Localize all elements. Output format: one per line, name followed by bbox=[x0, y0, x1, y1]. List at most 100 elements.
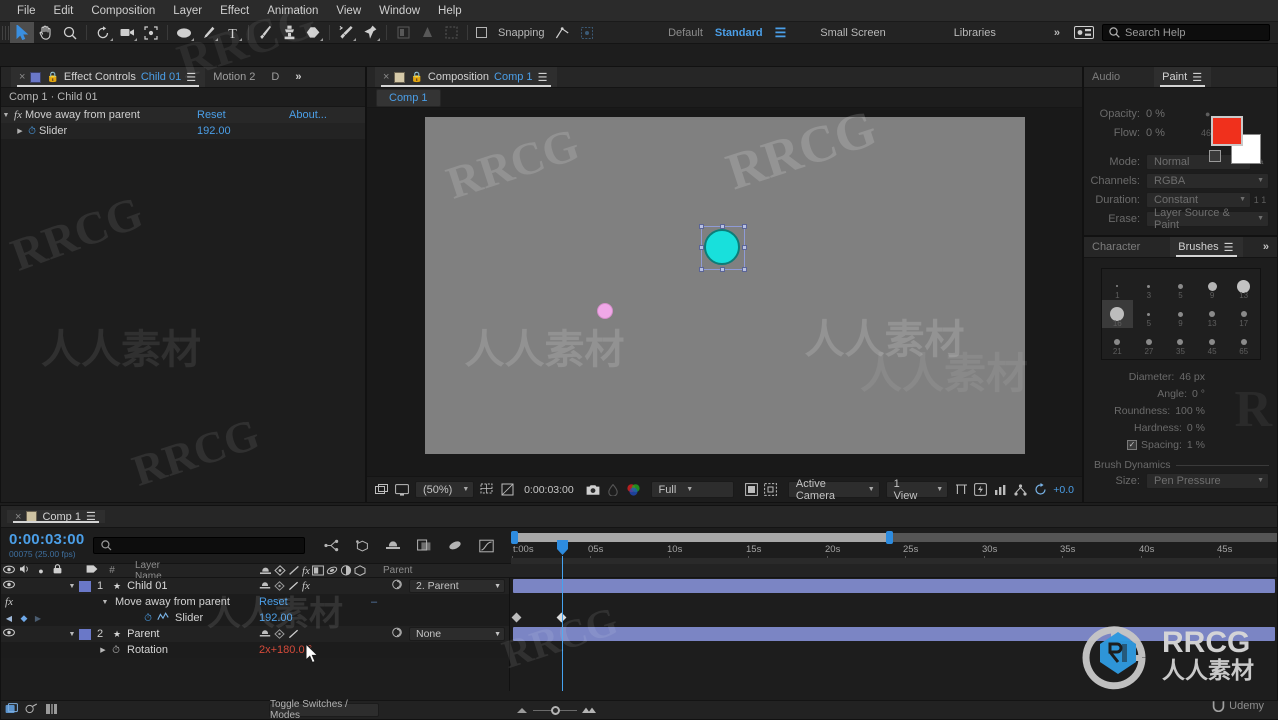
draft-3d-icon[interactable] bbox=[351, 536, 373, 556]
align-center-icon[interactable] bbox=[415, 22, 439, 43]
keyframe[interactable] bbox=[511, 612, 522, 623]
layer-bar-child-01[interactable] bbox=[513, 579, 1275, 593]
pan-behind-tool[interactable] bbox=[139, 22, 163, 43]
brushes-overflow[interactable]: » bbox=[1255, 237, 1277, 257]
lock-icon[interactable]: 🔒 bbox=[46, 72, 58, 83]
clone-stamp-tool[interactable] bbox=[277, 22, 301, 43]
parent-pickwhip-icon[interactable] bbox=[391, 579, 403, 593]
live-update-icon[interactable] bbox=[320, 536, 342, 556]
magnification-select[interactable]: (50%) ▼ bbox=[415, 481, 475, 498]
comp-chip-comp1[interactable]: Comp 1 bbox=[376, 88, 441, 107]
layer-label-color[interactable] bbox=[79, 580, 91, 592]
brush-dynamics-header[interactable]: Brush Dynamics bbox=[1084, 453, 1277, 471]
tab-brushes[interactable]: Brushes ☰ bbox=[1170, 237, 1243, 257]
disclosure-triangle-icon[interactable]: ▼ bbox=[1, 112, 11, 119]
layer-name[interactable]: Parent bbox=[121, 628, 159, 640]
selection-handle-b[interactable] bbox=[719, 267, 725, 272]
tab-motion-2[interactable]: Motion 2 bbox=[205, 67, 263, 87]
swap-colors-icon[interactable] bbox=[1209, 150, 1221, 162]
duration-select[interactable]: Constant ▼ bbox=[1146, 191, 1251, 208]
resolution-select[interactable]: Full ▼ bbox=[650, 481, 735, 498]
parent-pickwhip-icon[interactable] bbox=[391, 627, 403, 641]
workspace-toggle-icon[interactable] bbox=[1072, 22, 1096, 43]
reset-exposure-icon[interactable] bbox=[1033, 481, 1047, 498]
3d-view-icon[interactable] bbox=[764, 481, 778, 498]
layer-label-color[interactable] bbox=[79, 628, 91, 640]
region-of-interest-icon[interactable] bbox=[500, 481, 514, 498]
hand-tool[interactable] bbox=[34, 22, 58, 43]
layer-visibility-toggle[interactable] bbox=[1, 580, 17, 592]
views-select[interactable]: 1 View ▼ bbox=[885, 478, 949, 502]
tab-composition[interactable]: × 🔒 Composition Comp 1 ☰ bbox=[375, 67, 557, 87]
layer-visibility-toggle[interactable] bbox=[1, 628, 17, 640]
brush-preset[interactable]: 65 bbox=[1228, 328, 1260, 356]
stopwatch-icon[interactable]: ⏱ bbox=[141, 613, 155, 624]
brush-preset[interactable]: 5 bbox=[1165, 272, 1197, 300]
effect-property-slider[interactable]: ▶ ⏱ Slider 192.00 bbox=[1, 123, 365, 139]
parent-select-parent[interactable]: None ▼ bbox=[409, 627, 505, 641]
selection-handle-r[interactable] bbox=[741, 245, 747, 250]
search-help-box[interactable]: Search Help bbox=[1102, 24, 1270, 41]
tab-character[interactable]: Character bbox=[1084, 237, 1148, 257]
selection-handle-tl[interactable] bbox=[698, 224, 704, 229]
panel-menu-icon[interactable]: ☰ bbox=[186, 71, 197, 84]
property-value[interactable]: 192.00 bbox=[259, 612, 293, 624]
brush-preset[interactable]: 35 bbox=[1165, 328, 1197, 356]
layer-switches[interactable]: fx bbox=[259, 580, 310, 592]
eraser-tool[interactable] bbox=[301, 22, 325, 43]
workspace-overflow[interactable]: » bbox=[1048, 27, 1066, 39]
brush-preset[interactable]: 3 bbox=[1133, 272, 1165, 300]
composition-canvas[interactable]: RRCG 人人素材 RRCG 人人素材 bbox=[424, 100, 1025, 454]
lock-icon[interactable]: 🔒 bbox=[410, 72, 422, 83]
menu-composition[interactable]: Composition bbox=[82, 0, 164, 22]
tab-d[interactable]: D bbox=[263, 67, 287, 87]
tab-effect-controls[interactable]: × 🔒 Effect Controls Child 01 ☰ bbox=[11, 67, 206, 87]
timeline-search-input[interactable] bbox=[93, 537, 306, 554]
brush-preset[interactable]: 13 bbox=[1228, 272, 1260, 300]
camera-tool[interactable] bbox=[115, 22, 139, 43]
snapping-checkbox[interactable] bbox=[476, 27, 487, 38]
erase-select[interactable]: Layer Source & Paint ▼ bbox=[1146, 207, 1269, 231]
spacing-value[interactable]: 1 % bbox=[1187, 439, 1205, 451]
brush-preset[interactable]: 13 bbox=[1196, 300, 1228, 328]
hardness-value[interactable]: 0 % bbox=[1187, 422, 1205, 434]
grid-guides-icon[interactable] bbox=[480, 481, 494, 498]
workspace-standard[interactable]: Standard bbox=[709, 27, 769, 39]
property-value[interactable]: 192.00 bbox=[197, 125, 231, 137]
workspace-menu-icon[interactable]: ☰ bbox=[769, 25, 793, 41]
exposure-value[interactable]: +0.0 bbox=[1053, 484, 1074, 496]
keyframe-next-icon[interactable]: ▶ bbox=[31, 614, 45, 623]
panel-menu-icon[interactable]: ☰ bbox=[1192, 71, 1203, 84]
size-select[interactable]: Pen Pressure ▼ bbox=[1146, 472, 1269, 489]
timeline-zoom-slider[interactable] bbox=[515, 703, 597, 717]
timeline-ruler[interactable]: t:00s 05s 10s 15s 20s 25s 30s 35s 40s 45… bbox=[511, 528, 1277, 564]
selection-handle-tr[interactable] bbox=[741, 224, 747, 229]
selection-handle-l[interactable] bbox=[698, 245, 704, 250]
current-time-display[interactable]: 0:00:03:00 00075 (25.00 fps) bbox=[9, 532, 84, 559]
menu-effect[interactable]: Effect bbox=[211, 0, 258, 22]
show-snapshot-icon[interactable] bbox=[606, 481, 620, 498]
brush-preset[interactable]: 5 bbox=[1133, 300, 1165, 328]
panel-menu-icon[interactable]: ☰ bbox=[86, 510, 97, 523]
workspace-default[interactable]: Default bbox=[662, 27, 709, 39]
rotation-disclosure-icon[interactable]: ▶ bbox=[97, 646, 109, 654]
keyframe-diamond-icon[interactable]: ◆ bbox=[17, 613, 31, 624]
selection-handle-t[interactable] bbox=[719, 224, 725, 229]
always-preview-icon[interactable] bbox=[375, 481, 389, 498]
motion-blur-footer-icon[interactable] bbox=[41, 703, 61, 718]
snapshot-icon[interactable] bbox=[586, 481, 600, 498]
panel-menu-icon[interactable]: ☰ bbox=[538, 71, 549, 84]
stopwatch-icon[interactable]: ⏱ bbox=[25, 126, 39, 137]
main-viewer-icon[interactable] bbox=[395, 481, 409, 498]
work-area-end-knob[interactable] bbox=[886, 531, 893, 544]
tab-paint[interactable]: Paint ☰ bbox=[1154, 67, 1212, 87]
flow-value[interactable]: 0 % bbox=[1146, 127, 1165, 139]
menu-layer[interactable]: Layer bbox=[164, 0, 211, 22]
close-icon[interactable]: × bbox=[383, 71, 389, 83]
brush-tool[interactable] bbox=[253, 22, 277, 43]
property-value[interactable]: 2x+180.0 ° bbox=[259, 644, 312, 656]
selection-handle-br[interactable] bbox=[741, 267, 747, 272]
brush-preset[interactable]: 45 bbox=[1196, 328, 1228, 356]
effect-row-move-away-from-parent[interactable]: ▼ fx Move away from parent Reset About..… bbox=[1, 107, 365, 123]
spacing-checkbox[interactable]: ✓ bbox=[1127, 439, 1138, 450]
